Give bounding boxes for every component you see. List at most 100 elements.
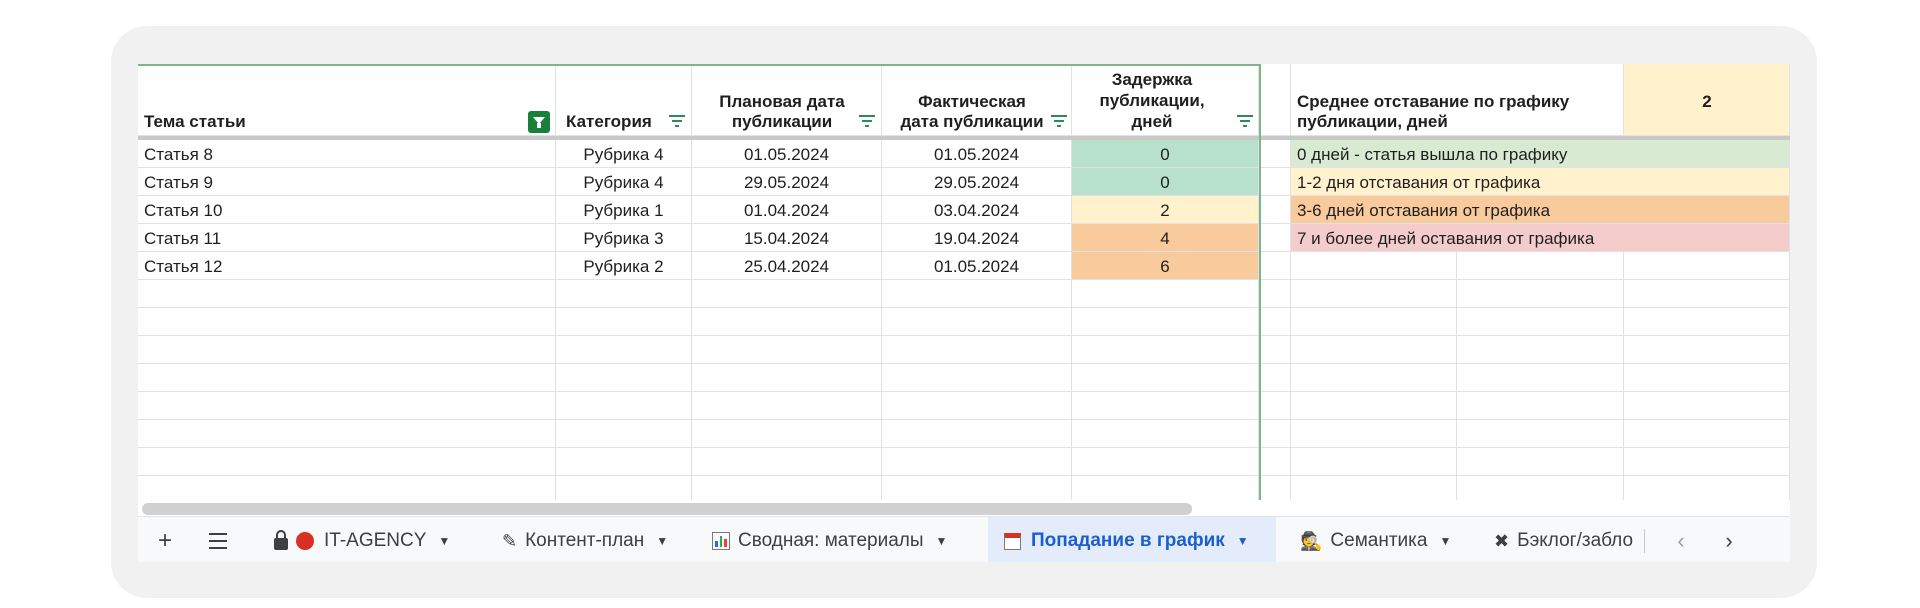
empty-cell[interactable] bbox=[692, 420, 882, 448]
empty-cell[interactable] bbox=[556, 448, 692, 476]
scroll-tabs-right-button[interactable]: › bbox=[1712, 517, 1746, 562]
delay-cell[interactable]: 2 bbox=[1072, 196, 1259, 224]
legend-cell[interactable]: 7 и более дней оставания от графика bbox=[1291, 224, 1790, 252]
empty-cell[interactable] bbox=[1261, 420, 1291, 448]
tab-schedule[interactable]: Попадание в график ▼ bbox=[988, 517, 1276, 562]
empty-cell[interactable] bbox=[138, 308, 556, 336]
category-cell[interactable]: Рубрика 4 bbox=[556, 140, 692, 168]
topic-cell[interactable]: Статья 11 bbox=[138, 224, 556, 252]
filter-icon[interactable] bbox=[1050, 115, 1068, 129]
category-cell[interactable]: Рубрика 4 bbox=[556, 168, 692, 196]
empty-cell[interactable] bbox=[556, 336, 692, 364]
empty-cell[interactable] bbox=[556, 364, 692, 392]
frozen-row-divider[interactable] bbox=[138, 136, 1790, 140]
header-delay-cell[interactable]: Задержка публикации, дней bbox=[1072, 64, 1259, 136]
empty-cell[interactable] bbox=[1072, 364, 1259, 392]
empty-cell[interactable] bbox=[1072, 420, 1259, 448]
add-sheet-button[interactable]: + bbox=[148, 517, 182, 562]
tab-content-plan[interactable]: ✎ Контент-план ▼ bbox=[488, 517, 702, 562]
empty-cell[interactable] bbox=[1624, 364, 1790, 392]
empty-cell[interactable] bbox=[692, 280, 882, 308]
spacer-cell[interactable] bbox=[1261, 224, 1291, 252]
topic-cell[interactable]: Статья 10 bbox=[138, 196, 556, 224]
empty-cell[interactable] bbox=[882, 420, 1072, 448]
filter-icon[interactable] bbox=[668, 115, 686, 129]
delay-cell[interactable]: 4 bbox=[1072, 224, 1259, 252]
spacer-cell[interactable] bbox=[1261, 252, 1291, 280]
filter-icon[interactable] bbox=[1236, 115, 1254, 129]
empty-cell[interactable] bbox=[1457, 308, 1624, 336]
category-cell[interactable]: Рубрика 1 bbox=[556, 196, 692, 224]
filter-icon[interactable] bbox=[858, 115, 876, 129]
legend-cell[interactable]: 0 дней - статья вышла по графику bbox=[1291, 140, 1790, 168]
empty-cell[interactable] bbox=[138, 392, 556, 420]
planned-cell[interactable]: 01.05.2024 bbox=[692, 140, 882, 168]
empty-cell[interactable] bbox=[1291, 336, 1457, 364]
empty-cell[interactable] bbox=[1457, 448, 1624, 476]
empty-cell[interactable] bbox=[1624, 392, 1790, 420]
empty-cell[interactable] bbox=[692, 364, 882, 392]
frozen-column-divider[interactable] bbox=[1259, 64, 1261, 500]
empty-cell[interactable] bbox=[882, 392, 1072, 420]
header-planned-cell[interactable]: Плановая дата публикации bbox=[692, 64, 882, 136]
empty-cell[interactable] bbox=[1072, 308, 1259, 336]
empty-cell[interactable] bbox=[692, 448, 882, 476]
empty-cell[interactable] bbox=[882, 280, 1072, 308]
category-cell[interactable]: Рубрика 2 bbox=[556, 252, 692, 280]
tab-pivot-materials[interactable]: Сводная: материалы ▼ bbox=[698, 517, 974, 562]
horizontal-scrollbar-thumb[interactable] bbox=[142, 503, 1192, 515]
empty-cell[interactable] bbox=[138, 420, 556, 448]
empty-cell[interactable] bbox=[882, 336, 1072, 364]
actual-cell[interactable]: 19.04.2024 bbox=[882, 224, 1072, 252]
spacer-cell[interactable] bbox=[1261, 140, 1291, 168]
actual-cell[interactable]: 29.05.2024 bbox=[882, 168, 1072, 196]
planned-cell[interactable]: 25.04.2024 bbox=[692, 252, 882, 280]
scroll-tabs-left-button[interactable]: ‹ bbox=[1664, 517, 1698, 562]
spacer-cell[interactable] bbox=[1261, 168, 1291, 196]
empty-cell[interactable] bbox=[556, 420, 692, 448]
empty-cell[interactable] bbox=[1261, 336, 1291, 364]
actual-cell[interactable]: 03.04.2024 bbox=[882, 196, 1072, 224]
topic-cell[interactable]: Статья 8 bbox=[138, 140, 556, 168]
legend-cell[interactable]: 1-2 дня отставания от графика bbox=[1291, 168, 1790, 196]
empty-cell[interactable] bbox=[1624, 448, 1790, 476]
empty-cell[interactable] bbox=[1291, 308, 1457, 336]
header-avg-cell[interactable]: Среднее отставание по графику публикации… bbox=[1291, 64, 1624, 136]
empty-cell[interactable] bbox=[1457, 364, 1624, 392]
planned-cell[interactable]: 29.05.2024 bbox=[692, 168, 882, 196]
header-category-cell[interactable]: Категория bbox=[556, 64, 692, 136]
spacer-cell[interactable] bbox=[1261, 196, 1291, 224]
empty-cell[interactable] bbox=[556, 308, 692, 336]
avg-value-cell[interactable]: 2 bbox=[1624, 64, 1790, 136]
empty-cell[interactable] bbox=[1261, 308, 1291, 336]
empty-cell[interactable] bbox=[1457, 392, 1624, 420]
empty-cell[interactable] bbox=[882, 448, 1072, 476]
empty-cell[interactable] bbox=[1457, 252, 1624, 280]
category-cell[interactable]: Рубрика 3 bbox=[556, 224, 692, 252]
topic-cell[interactable]: Статья 12 bbox=[138, 252, 556, 280]
delay-cell[interactable]: 0 bbox=[1072, 168, 1259, 196]
empty-cell[interactable] bbox=[1624, 308, 1790, 336]
empty-cell[interactable] bbox=[1291, 252, 1457, 280]
empty-cell[interactable] bbox=[692, 308, 882, 336]
planned-cell[interactable]: 15.04.2024 bbox=[692, 224, 882, 252]
delay-cell[interactable]: 0 bbox=[1072, 140, 1259, 168]
empty-cell[interactable] bbox=[1072, 336, 1259, 364]
empty-cell[interactable] bbox=[1261, 392, 1291, 420]
actual-cell[interactable]: 01.05.2024 bbox=[882, 252, 1072, 280]
empty-cell[interactable] bbox=[138, 364, 556, 392]
empty-cell[interactable] bbox=[138, 336, 556, 364]
empty-cell[interactable] bbox=[1261, 448, 1291, 476]
empty-cell[interactable] bbox=[1291, 420, 1457, 448]
all-sheets-button[interactable] bbox=[200, 517, 236, 562]
empty-cell[interactable] bbox=[1291, 364, 1457, 392]
header-spacer-cell[interactable] bbox=[1261, 64, 1291, 136]
header-topic-cell[interactable]: Тема статьи bbox=[138, 64, 556, 136]
tab-semantics[interactable]: 🕵 Семантика ▼ bbox=[1286, 517, 1490, 562]
empty-cell[interactable] bbox=[556, 392, 692, 420]
delay-cell[interactable]: 6 bbox=[1072, 252, 1259, 280]
empty-cell[interactable] bbox=[1072, 448, 1259, 476]
empty-cell[interactable] bbox=[1291, 448, 1457, 476]
filter-active-icon[interactable] bbox=[528, 111, 550, 133]
empty-cell[interactable] bbox=[138, 448, 556, 476]
